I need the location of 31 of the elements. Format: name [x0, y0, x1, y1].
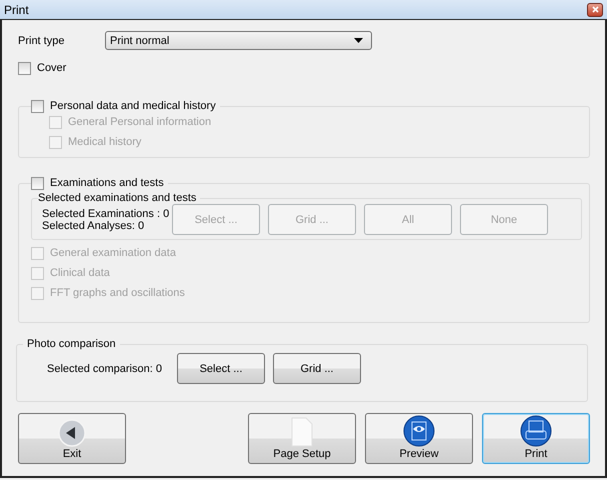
checkbox-label: Clinical data [50, 267, 110, 279]
selection-count: Selected Examinations : 0 [42, 208, 170, 220]
toolbar-button[interactable]: Page Setup [248, 413, 356, 464]
selection-count: Selected Analyses: 0 [42, 220, 146, 232]
close-button[interactable] [587, 2, 603, 16]
dropdown-arrow-icon [354, 38, 363, 43]
checkbox-label: General Personal information [68, 116, 212, 128]
printer-icon [520, 415, 552, 447]
checkbox[interactable] [18, 62, 31, 74]
checkbox-label: General examination data [50, 247, 176, 259]
toolbar-button[interactable]: Exit [18, 413, 126, 464]
eye-icon [403, 415, 435, 447]
print-type-label: Print type [18, 34, 66, 46]
checkbox-label: FFT graphs and oscillations [50, 287, 185, 299]
checkbox-label: Examinations and tests [50, 177, 164, 189]
close-icon [592, 6, 598, 13]
action-button[interactable]: Select ... [177, 353, 265, 384]
page-icon [291, 417, 313, 447]
selection-count: Selected comparison: 0 [47, 362, 163, 374]
toolbar-button[interactable]: Print [482, 413, 590, 464]
group-title: Selected examinations and tests [38, 192, 196, 204]
toolbar-button[interactable]: Preview [365, 413, 473, 464]
checkbox-label: Personal data and medical history [50, 100, 216, 112]
print-type-dropdown[interactable]: Print normal [105, 31, 372, 50]
group-title: Photo comparison [27, 338, 116, 350]
checkbox[interactable] [31, 176, 44, 190]
checkbox-label: Cover [37, 62, 66, 74]
window-title: Print [4, 2, 29, 16]
action-button[interactable]: Grid ... [273, 353, 361, 384]
checkbox[interactable] [31, 100, 44, 112]
checkbox-label: Medical history [68, 136, 142, 148]
